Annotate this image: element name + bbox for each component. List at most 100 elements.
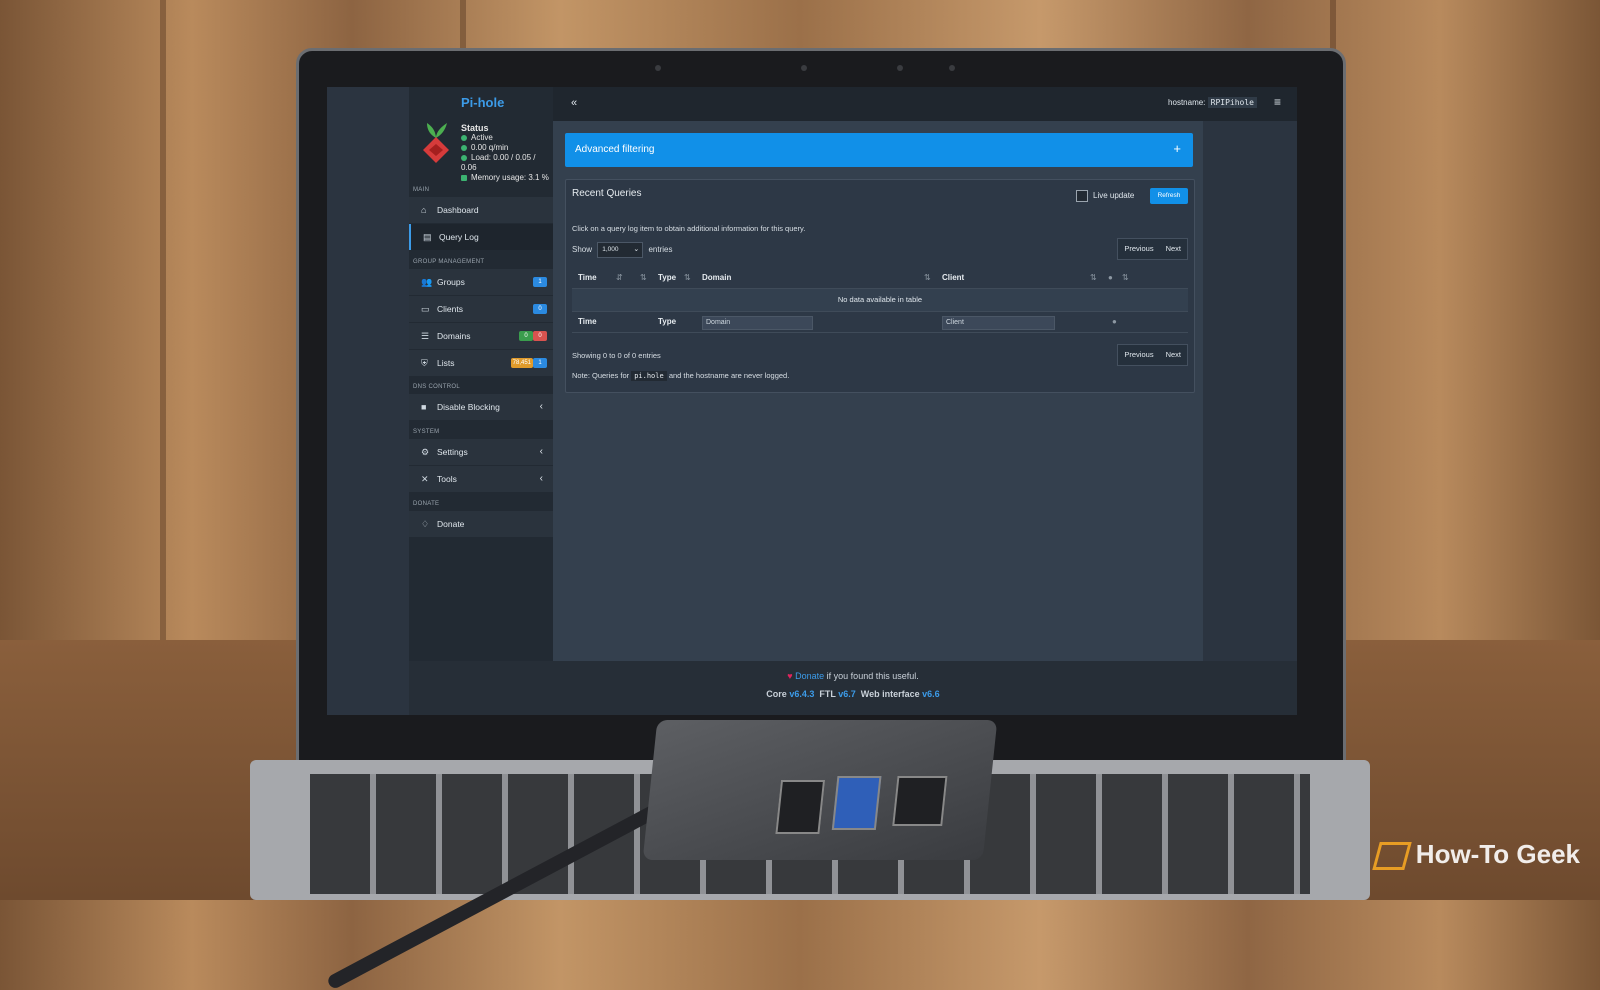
note-code: pi.hole bbox=[631, 371, 667, 381]
status-column-icon[interactable]: ● bbox=[1108, 273, 1113, 282]
sidebar-item-groups[interactable]: 👥 Groups 1 bbox=[409, 269, 553, 295]
sort-icon[interactable]: ⇅ bbox=[1090, 273, 1097, 282]
watermark-text: How-To Geek bbox=[1415, 838, 1580, 869]
show-entries-control: Show 1,000 ⌄ entries bbox=[572, 242, 673, 258]
sidebar-item-dashboard[interactable]: ⌂ Dashboard bbox=[409, 197, 553, 223]
note-suffix: and the hostname are never logged. bbox=[668, 371, 790, 380]
laptop: Pi-hole Status Active 0.00 q/min Load: 0… bbox=[296, 48, 1346, 774]
sort-icon[interactable]: ⇅ bbox=[924, 273, 931, 282]
list-icon: ☰ bbox=[421, 331, 430, 341]
sidebar-item-lists[interactable]: ⛨ Lists 78,451 1 bbox=[409, 350, 553, 376]
section-donate: DONATE bbox=[413, 501, 440, 507]
sort-icon[interactable]: ⇅ bbox=[640, 273, 647, 282]
core-version-link[interactable]: v6.4.3 bbox=[789, 689, 814, 699]
donate-link[interactable]: Donate bbox=[795, 671, 824, 681]
status-rate-text: 0.00 q/min bbox=[471, 143, 509, 152]
version-line: Core v6.4.3 FTL v6.7 Web interface v6.6 bbox=[409, 681, 1297, 699]
file-icon: ▤ bbox=[423, 232, 432, 242]
entries-select[interactable]: 1,000 ⌄ bbox=[597, 242, 644, 258]
camera-dot bbox=[897, 65, 903, 71]
camera-dot bbox=[655, 65, 661, 71]
recent-queries-panel: Recent Queries Live update Refresh Click… bbox=[565, 179, 1195, 393]
howtogeek-logo-icon bbox=[1372, 842, 1412, 870]
domain-filter-input[interactable]: Domain bbox=[702, 316, 813, 330]
status-active-text: Active bbox=[471, 133, 493, 142]
next-button[interactable]: Next bbox=[1160, 239, 1187, 259]
stop-icon: ■ bbox=[421, 402, 427, 412]
core-label: Core bbox=[766, 689, 787, 699]
main-content: Advanced filtering + Recent Queries Live… bbox=[553, 121, 1203, 661]
status-dot-icon bbox=[461, 144, 467, 151]
column-time[interactable]: Time bbox=[578, 273, 597, 282]
advanced-filtering-box[interactable]: Advanced filtering + bbox=[565, 133, 1193, 167]
refresh-button[interactable]: Refresh bbox=[1150, 188, 1188, 204]
camera-dot bbox=[801, 65, 807, 71]
home-icon: ⌂ bbox=[421, 205, 427, 215]
sort-icon[interactable]: ⇅ bbox=[684, 273, 691, 282]
laptop-icon: ▭ bbox=[421, 304, 430, 314]
sidebar-item-disable-blocking[interactable]: ■ Disable Blocking ‹ bbox=[409, 394, 553, 420]
status-box: Status Active 0.00 q/min Load: 0.00 / 0.… bbox=[461, 123, 553, 183]
live-update-toggle[interactable]: Live update bbox=[1076, 190, 1134, 202]
next-button[interactable]: Next bbox=[1160, 345, 1187, 365]
ftl-version-link[interactable]: v6.7 bbox=[838, 689, 856, 699]
hamburger-menu-icon[interactable]: ≡ bbox=[1274, 95, 1281, 109]
status-filter-icon[interactable]: ● bbox=[1112, 317, 1117, 326]
status-memory: Memory usage: 3.1 % bbox=[461, 173, 553, 183]
panel-title: Recent Queries bbox=[572, 188, 642, 199]
gears-icon: ⚙ bbox=[421, 447, 430, 457]
hostname-value: RPIPihole bbox=[1207, 97, 1257, 108]
column-domain[interactable]: Domain bbox=[702, 273, 731, 282]
pagination-top: Previous Next bbox=[1117, 238, 1188, 260]
web-interface-label: Web interface bbox=[860, 689, 920, 699]
section-group-management: GROUP MANAGEMENT bbox=[413, 259, 485, 265]
hostname-label: hostname: bbox=[1168, 98, 1206, 107]
showing-entries-text: Showing 0 to 0 of 0 entries bbox=[572, 351, 661, 360]
users-icon: 👥 bbox=[421, 277, 433, 287]
sidebar-item-label: Tools bbox=[437, 474, 457, 484]
top-navbar: « hostname: RPIPihole ≡ bbox=[553, 87, 1297, 121]
logging-note: Note: Queries for pi.hole and the hostna… bbox=[572, 371, 790, 381]
section-dns-control: DNS CONTROL bbox=[413, 384, 460, 390]
expand-plus-icon[interactable]: + bbox=[1173, 141, 1181, 156]
sidebar-item-query-log[interactable]: ▤ Query Log bbox=[409, 224, 555, 250]
laptop-screen: Pi-hole Status Active 0.00 q/min Load: 0… bbox=[327, 87, 1297, 715]
column-type[interactable]: Type bbox=[658, 273, 676, 282]
client-filter-input[interactable]: Client bbox=[942, 316, 1055, 330]
footer-column-time: Time bbox=[578, 317, 597, 326]
sidebar-item-tools[interactable]: ✕ Tools ‹ bbox=[409, 466, 553, 492]
sidebar-item-domains[interactable]: ☰ Domains 0 0 bbox=[409, 323, 553, 349]
watermark: How-To Geek bbox=[1372, 838, 1580, 870]
lists-lists-badge: 1 bbox=[533, 358, 547, 368]
sidebar-item-donate[interactable]: ♢ Donate bbox=[409, 511, 553, 537]
sidebar-toggle-icon[interactable]: « bbox=[571, 97, 577, 109]
empty-table-message: No data available in table bbox=[572, 289, 1188, 312]
status-dot-icon bbox=[461, 134, 467, 141]
clients-badge: 0 bbox=[533, 304, 547, 314]
brand-title[interactable]: Pi-hole bbox=[461, 95, 504, 110]
sidebar-item-label: Groups bbox=[437, 277, 465, 287]
chevron-left-icon: ‹ bbox=[539, 473, 543, 484]
status-memory-text: Memory usage: 3.1 % bbox=[471, 173, 549, 182]
wall-plank-seam bbox=[160, 0, 166, 640]
domains-allow-badge: 0 bbox=[519, 331, 533, 341]
live-update-checkbox[interactable] bbox=[1076, 190, 1088, 202]
sort-icon[interactable]: ⇵ bbox=[616, 273, 623, 282]
query-hint-text: Click on a query log item to obtain addi… bbox=[572, 224, 806, 233]
sidebar-item-label: Donate bbox=[437, 519, 465, 529]
sort-icon[interactable]: ⇅ bbox=[1122, 273, 1129, 282]
sidebar-item-settings[interactable]: ⚙ Settings ‹ bbox=[409, 439, 553, 465]
hostname-display: hostname: RPIPihole bbox=[1168, 97, 1257, 108]
chevron-down-icon: ⌄ bbox=[633, 246, 640, 253]
column-client[interactable]: Client bbox=[942, 273, 964, 282]
previous-button[interactable]: Previous bbox=[1118, 239, 1159, 259]
sidebar: Pi-hole Status Active 0.00 q/min Load: 0… bbox=[409, 87, 555, 715]
previous-button[interactable]: Previous bbox=[1118, 345, 1159, 365]
pihole-logo-icon bbox=[423, 123, 449, 163]
sidebar-item-clients[interactable]: ▭ Clients 0 bbox=[409, 296, 553, 322]
show-label: Show bbox=[572, 245, 593, 255]
tools-icon: ✕ bbox=[421, 474, 429, 484]
web-version-link[interactable]: v6.6 bbox=[922, 689, 940, 699]
status-active: Active bbox=[461, 133, 553, 143]
status-rate: 0.00 q/min bbox=[461, 143, 553, 153]
